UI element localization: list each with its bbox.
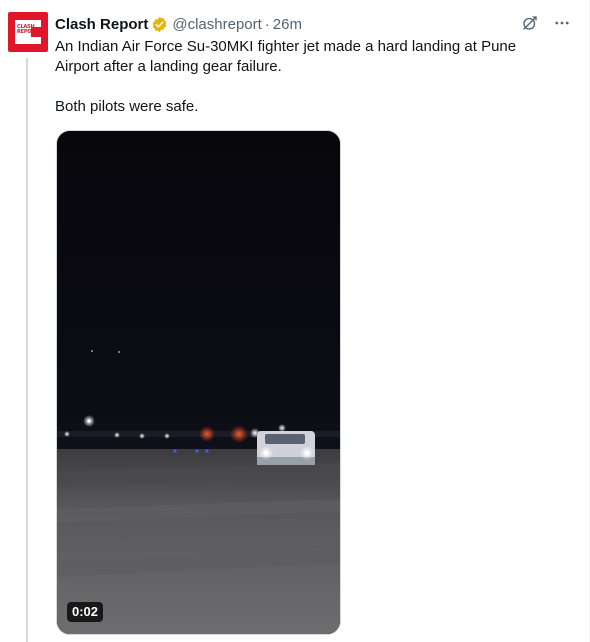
tweet-card[interactable]: CLASH REPORT Clash Report @clashreport · … [0, 0, 590, 642]
avatar-logo-text: CLASH REPORT [17, 24, 39, 35]
video-duration-badge: 0:02 [67, 602, 104, 622]
grok-icon[interactable] [521, 14, 539, 32]
video-thumbnail [57, 131, 340, 634]
author-name[interactable]: Clash Report [55, 16, 148, 33]
header-separator: · [264, 15, 270, 33]
tweet-actions [521, 14, 571, 32]
more-options-icon[interactable] [553, 14, 571, 32]
tweet-paragraph: An Indian Air Force Su-30MKI fighter jet… [55, 38, 517, 75]
thread-line [26, 58, 28, 642]
tweet-text: An Indian Air Force Su-30MKI fighter jet… [55, 37, 555, 117]
tweet-header: Clash Report @clashreport · 26m [55, 14, 302, 34]
verified-badge-icon [153, 16, 167, 32]
video-player[interactable]: 0:02 [56, 130, 341, 635]
timestamp[interactable]: 26m [273, 16, 302, 33]
tweet-paragraph: Both pilots were safe. [55, 98, 199, 115]
avatar[interactable]: CLASH REPORT [8, 12, 48, 52]
author-handle[interactable]: @clashreport [172, 16, 261, 33]
